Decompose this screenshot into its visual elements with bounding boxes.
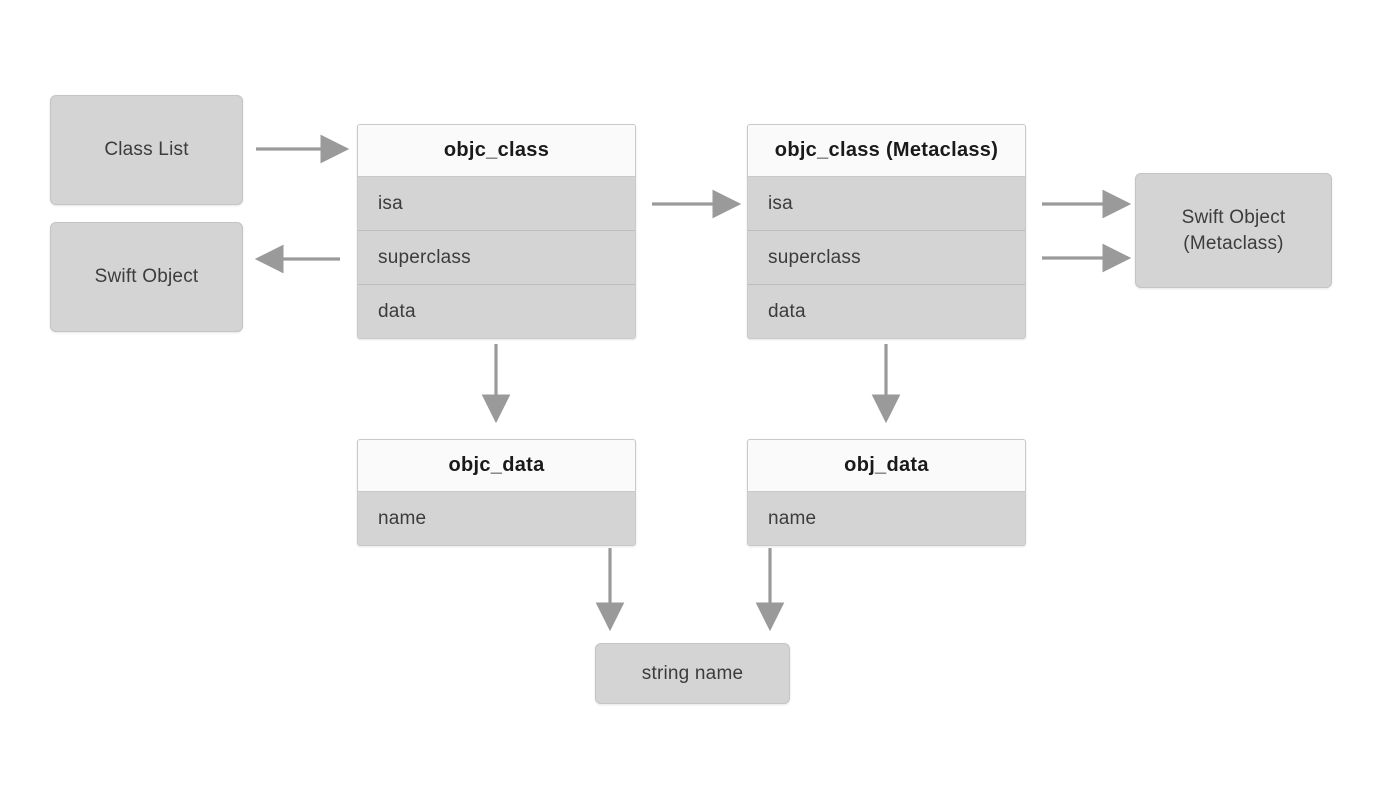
table-objc-class-row-superclass[interactable]: superclass [358, 231, 635, 285]
node-class-list[interactable]: Class List [50, 95, 243, 205]
node-swift-object-metaclass-line2: (Metaclass) [1183, 232, 1284, 254]
node-class-list-label: Class List [104, 139, 189, 161]
table-objc-class-row-isa[interactable]: isa [358, 177, 635, 231]
diagram-canvas: Class List Swift Object objc_class isa s… [0, 0, 1400, 795]
table-objc-class-header: objc_class [358, 125, 635, 177]
table-objc-class[interactable]: objc_class isa superclass data [357, 124, 636, 339]
node-string-name[interactable]: string name [595, 643, 790, 704]
table-objc-class-metaclass-header: objc_class (Metaclass) [748, 125, 1025, 177]
node-swift-object-metaclass-line1: Swift Object [1181, 206, 1286, 228]
table-objc-data[interactable]: objc_data name [357, 439, 636, 546]
table-objc-class-metaclass-row-isa[interactable]: isa [748, 177, 1025, 231]
table-objc-class-metaclass-row-superclass[interactable]: superclass [748, 231, 1025, 285]
table-objc-class-metaclass-row-data[interactable]: data [748, 285, 1025, 338]
table-objc-class-row-data[interactable]: data [358, 285, 635, 338]
table-obj-data[interactable]: obj_data name [747, 439, 1026, 546]
node-swift-object-label: Swift Object [94, 266, 199, 288]
node-swift-object[interactable]: Swift Object [50, 222, 243, 332]
node-string-name-label: string name [641, 662, 744, 684]
node-swift-object-metaclass[interactable]: Swift Object (Metaclass) [1135, 173, 1332, 288]
table-objc-class-metaclass[interactable]: objc_class (Metaclass) isa superclass da… [747, 124, 1026, 339]
table-obj-data-row-name[interactable]: name [748, 492, 1025, 545]
table-obj-data-header: obj_data [748, 440, 1025, 492]
table-objc-data-row-name[interactable]: name [358, 492, 635, 545]
table-objc-data-header: objc_data [358, 440, 635, 492]
